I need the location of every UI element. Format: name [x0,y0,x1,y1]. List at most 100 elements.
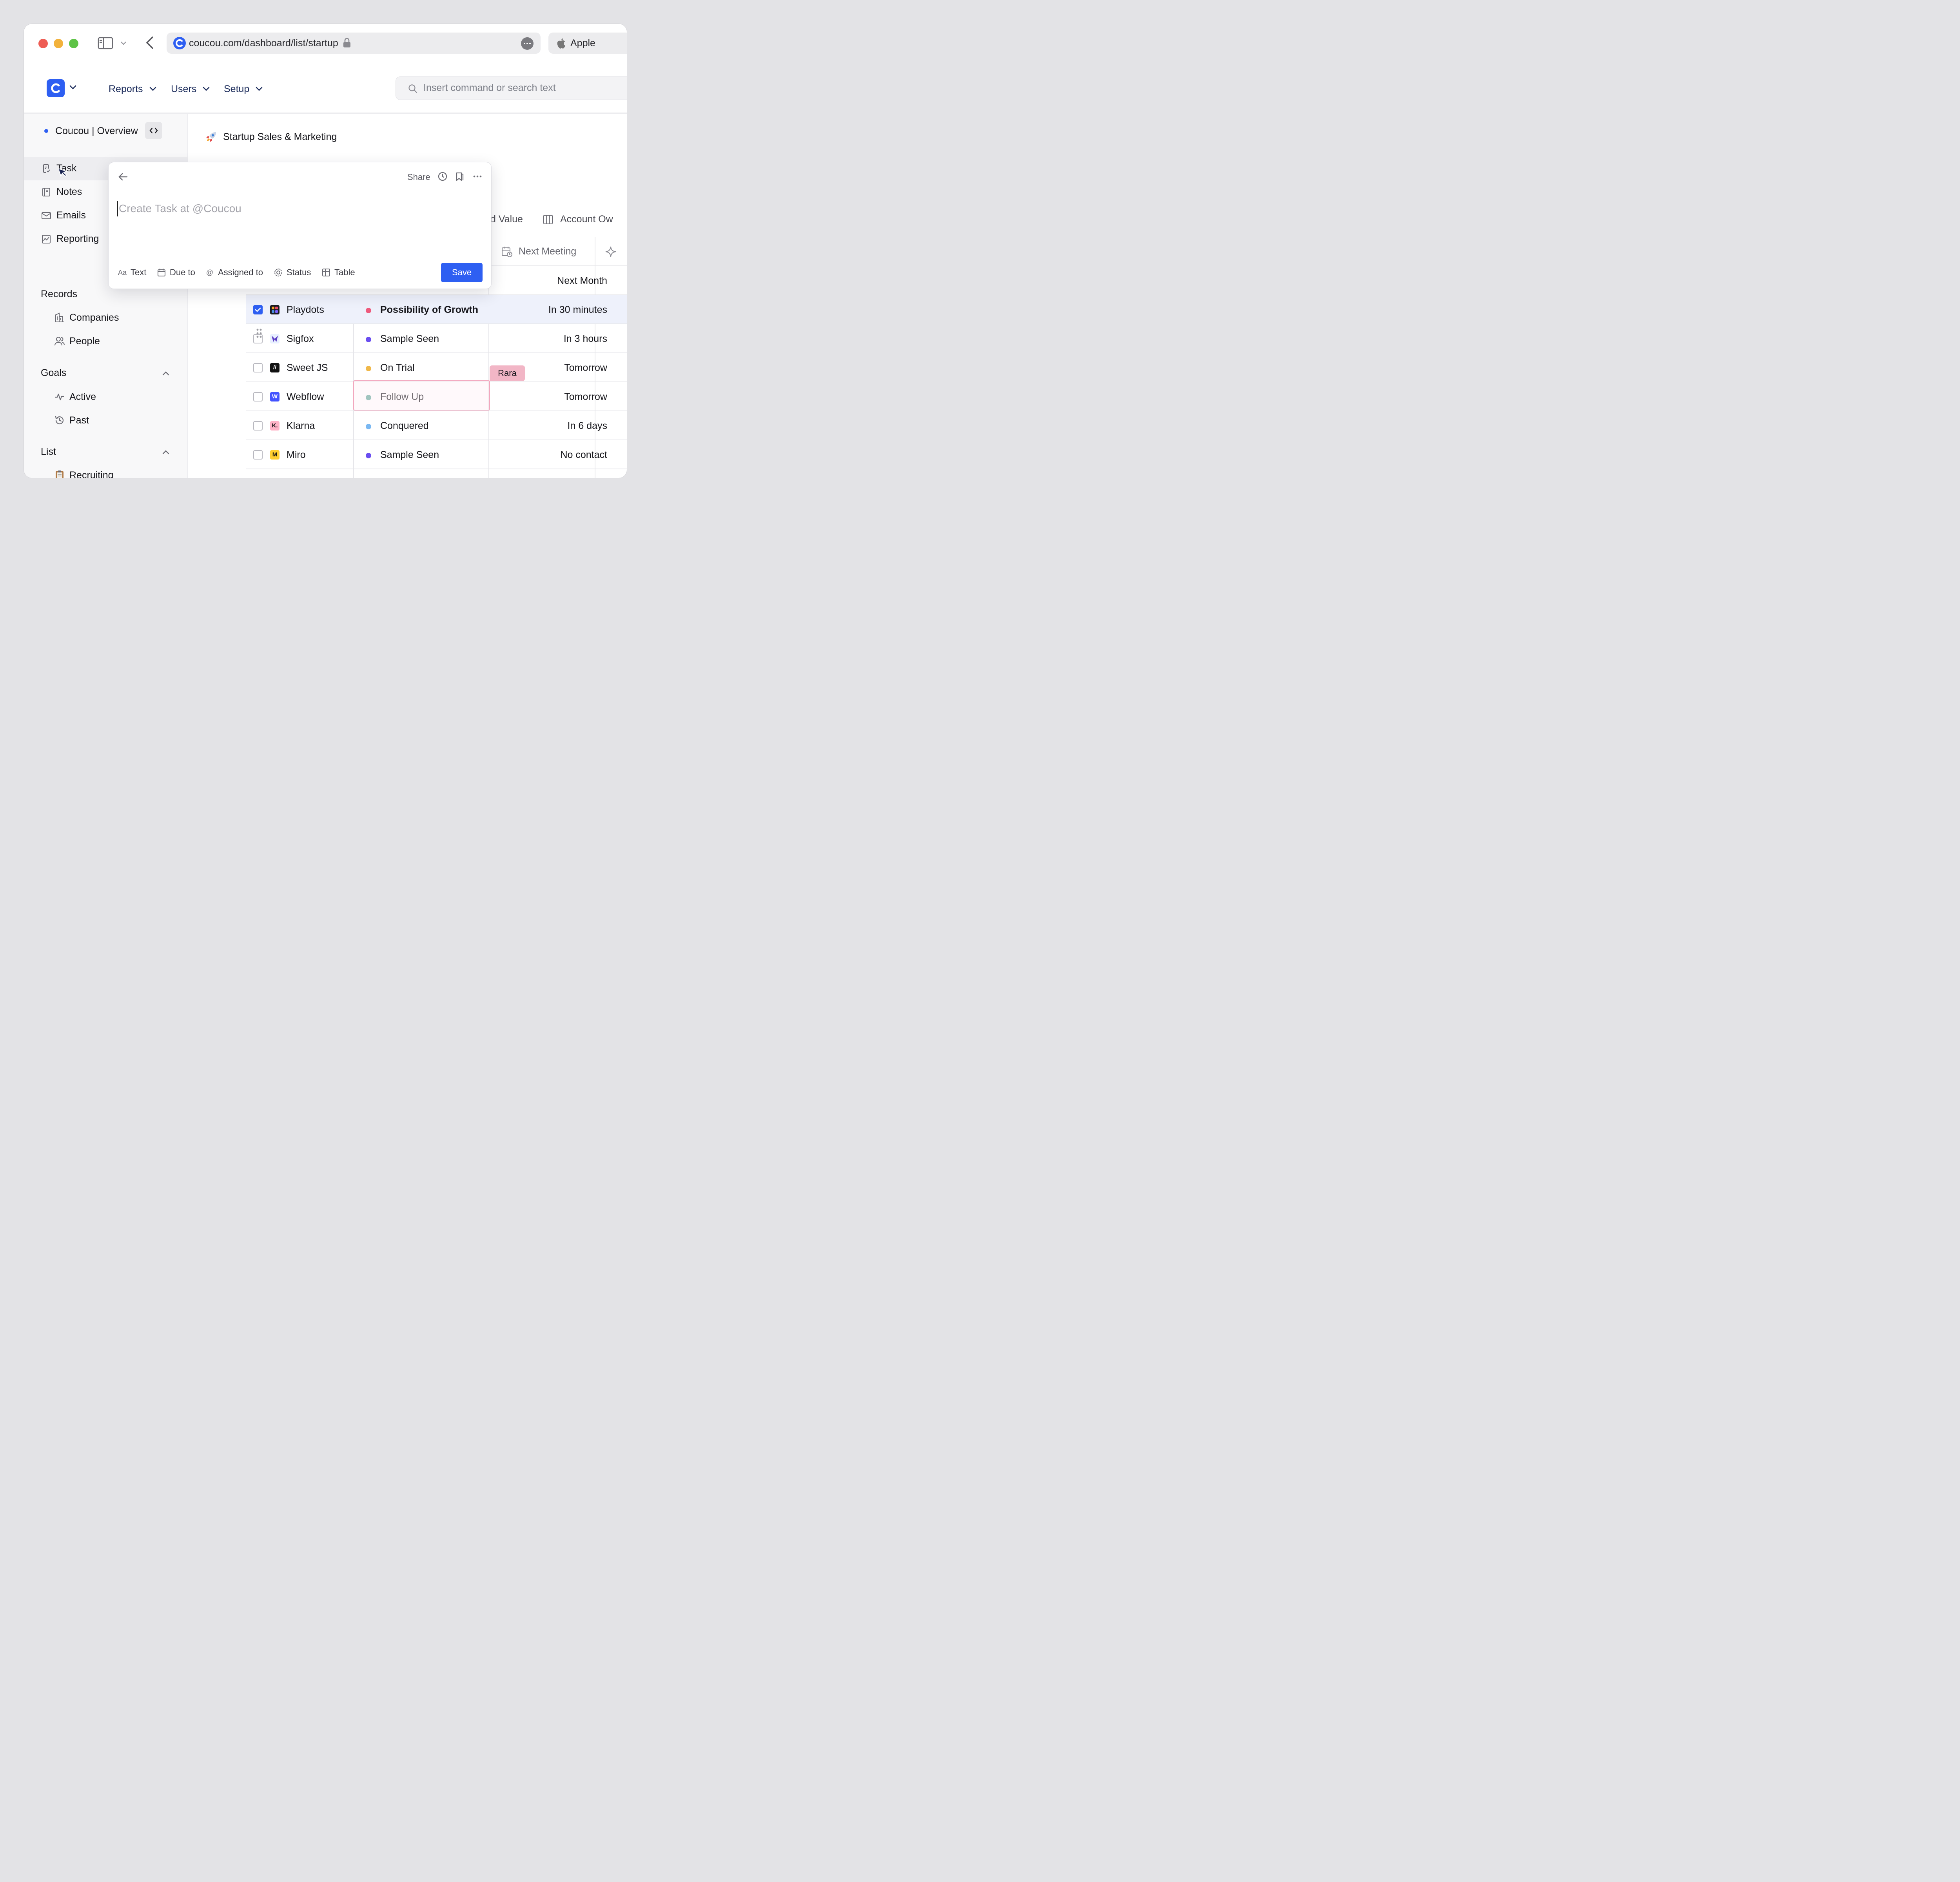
section-title-list: List [41,446,56,457]
create-task-modal: Share Aa Text Due to @ Assigned to Statu… [108,162,492,289]
tool-status[interactable]: Status [274,267,311,278]
column-header-next-meeting[interactable]: Next Meeting [501,246,576,257]
company-name[interactable]: Webflow [287,391,324,403]
table-row[interactable]: Sigfox Sample Seen In 3 hours [246,324,627,353]
nav-label: Reports [109,83,143,94]
task-title-input[interactable] [117,201,470,216]
next-meeting-value[interactable]: In 30 minutes [548,304,607,316]
row-checkbox[interactable] [253,421,263,431]
stage-status-dot [366,308,371,313]
company-logo-icon: M [270,450,279,460]
column-tag-value[interactable]: d Value [490,214,523,225]
sidebar-item-active[interactable]: Active [24,386,187,408]
sidebar-item-companies[interactable]: Companies [24,307,187,329]
back-button[interactable] [144,36,156,50]
apple-icon [557,38,566,49]
company-logo-icon: // [270,363,279,372]
sidebar-item-recruiting[interactable]: Recruiting [24,464,187,478]
column-tag-account-owner[interactable]: Account Ow [543,214,613,225]
coucou-logo-icon [51,83,60,93]
workspace-status-dot [44,129,48,133]
next-meeting-value[interactable]: Tomorrow [564,391,607,403]
sidebar-item-label: Past [69,415,89,426]
tool-assigned-to[interactable]: @ Assigned to [205,267,263,278]
back-arrow-icon[interactable] [118,173,128,181]
save-button[interactable]: Save [441,263,483,282]
nav-users[interactable]: Users [171,82,210,96]
company-name[interactable]: Klarna [287,420,315,432]
next-meeting-value[interactable]: Tomorrow [564,362,607,374]
stage-label[interactable]: Conquered [380,420,429,432]
company-name[interactable]: Playdots [287,304,324,316]
stage-label[interactable]: On Trial [380,362,415,374]
search-icon [408,84,417,93]
chevron-down-icon[interactable] [69,85,77,90]
notes-icon [42,188,50,196]
row-checkbox[interactable] [253,305,263,314]
next-meeting-value[interactable]: In 6 days [568,420,607,432]
nav-setup[interactable]: Setup [224,82,263,96]
more-icon[interactable] [473,173,482,180]
drag-handle-icon[interactable] [256,328,262,338]
row-checkbox[interactable] [253,450,263,460]
nav-reports[interactable]: Reports [109,82,156,96]
row-checkbox[interactable] [253,392,263,401]
company-name[interactable]: Sweet JS [287,362,328,374]
nav-label: Setup [224,83,250,94]
calendar-clock-icon [502,246,512,257]
company-name[interactable]: Sigfox [287,333,314,345]
at-icon: @ [206,268,214,276]
share-button[interactable]: Share [407,172,430,182]
close-window-button[interactable] [38,39,48,48]
lock-icon [343,38,350,47]
pulse-icon [55,393,64,401]
sidebar-item-label: Recruiting [69,470,114,478]
next-meeting-value[interactable]: In 3 hours [564,333,607,345]
tool-due-date[interactable]: Due to [157,267,195,278]
building-icon [55,312,64,322]
chevron-down-icon [203,87,210,91]
sparkle-column-icon[interactable] [605,246,617,258]
app-logo[interactable] [47,79,65,97]
section-title-goals: Goals [41,367,67,378]
sidebar-toggle-icon[interactable] [98,37,113,49]
sidebar-item-people[interactable]: People [24,330,187,352]
tab-apple[interactable]: Apple [548,33,627,54]
chevron-down-icon[interactable] [120,39,127,47]
tool-text[interactable]: Aa Text [118,267,146,278]
zoom-window-button[interactable] [69,39,78,48]
workspace-name[interactable]: Coucou | Overview [55,125,138,137]
task-icon [43,164,50,173]
sidebar-item-past[interactable]: Past [24,409,187,431]
page-title-text: Startup Sales & Marketing [223,131,337,142]
address-bar[interactable]: coucou.com/dashboard/list/startup [167,33,541,54]
table-row[interactable]: K. Klarna Conquered In 6 days [246,411,627,440]
next-meeting-value[interactable]: Next Month [557,275,607,287]
stage-label[interactable]: Sample Seen [380,333,439,345]
table-row[interactable]: M Miro Sample Seen No contact [246,440,627,469]
more-options-icon[interactable] [521,37,534,50]
clock-icon[interactable] [438,172,447,181]
table-row[interactable]: // Sweet JS On Trial Tomorrow [246,353,627,382]
company-logo-icon: K. [270,421,279,431]
table-row[interactable]: Playdots Possibility of Growth In 30 minut… [246,295,627,324]
search-input[interactable] [423,82,619,94]
url-text: coucou.com/dashboard/list/startup [189,38,338,49]
next-meeting-value[interactable]: No contact [560,449,607,461]
bookmark-icon[interactable] [456,172,464,181]
section-title-records: Records [41,289,78,300]
command-search[interactable] [396,76,627,100]
chevron-up-icon[interactable] [162,449,170,455]
company-name[interactable]: Miro [287,449,306,461]
embed-code-button[interactable] [145,122,162,139]
sidebar-item-label: Companies [69,312,119,323]
chevron-up-icon[interactable] [162,371,170,376]
chevron-down-icon [149,87,156,91]
stage-label[interactable]: Possibility of Growth [380,304,478,316]
columns-icon [543,214,553,224]
minimize-window-button[interactable] [54,39,63,48]
tool-table[interactable]: Table [322,267,355,278]
stage-label[interactable]: Sample Seen [380,449,439,461]
row-checkbox[interactable] [253,363,263,372]
clipboard-icon [56,470,64,478]
